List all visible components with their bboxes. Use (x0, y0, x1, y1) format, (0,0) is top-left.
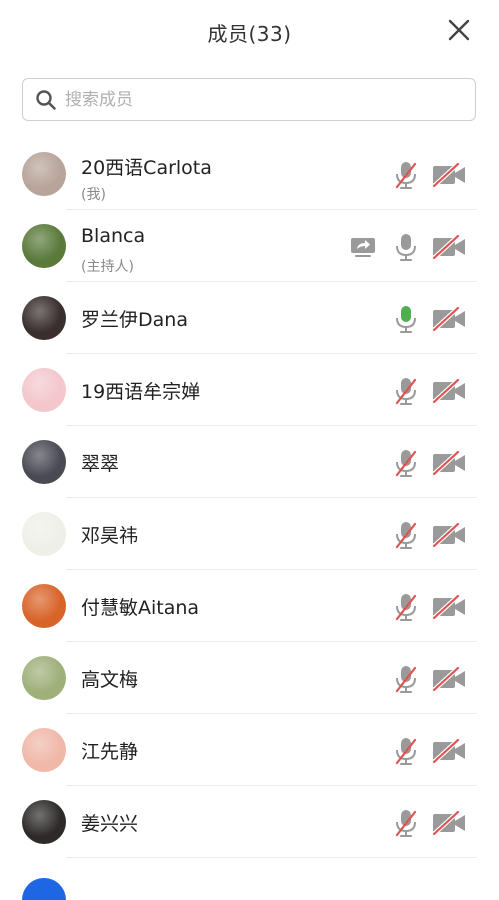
member-row[interactable]: Blanca (主持人) (0, 210, 499, 282)
screen-share-icon[interactable] (350, 237, 376, 257)
member-row[interactable]: 翠翠 (0, 426, 499, 498)
camera-off-icon[interactable] (432, 522, 466, 548)
member-row[interactable]: 罗兰伊Dana (0, 282, 499, 354)
camera-off-icon[interactable] (432, 234, 466, 260)
search-icon (35, 89, 57, 111)
camera-off-icon[interactable] (432, 666, 466, 692)
avatar (22, 152, 66, 196)
member-row[interactable]: 江先静 (0, 714, 499, 786)
member-row[interactable]: 邓昊祎 (0, 498, 499, 570)
member-name: 江先静 (81, 741, 139, 763)
mic-muted-icon[interactable] (394, 736, 418, 766)
mic-muted-icon[interactable] (394, 664, 418, 694)
camera-off-icon[interactable] (432, 810, 466, 836)
member-name: 付慧敏Aitana (81, 597, 200, 619)
close-icon[interactable] (447, 18, 471, 42)
member-row[interactable]: 高文梅 (0, 642, 499, 714)
avatar (22, 800, 66, 844)
member-row[interactable]: 付慧敏Aitana (0, 570, 499, 642)
avatar (22, 440, 66, 484)
member-row[interactable]: 20西语Carlota (我) (0, 138, 499, 210)
member-role: (主持人) (81, 259, 134, 275)
avatar (22, 728, 66, 772)
camera-off-icon[interactable] (432, 378, 466, 404)
camera-off-icon[interactable] (432, 738, 466, 764)
member-name: 19西语牟宗婵 (81, 381, 201, 403)
member-row[interactable]: 19西语牟宗婵 (0, 354, 499, 426)
mic-muted-icon[interactable] (394, 376, 418, 406)
member-name: 邓昊祎 (81, 525, 139, 547)
mic-muted-icon[interactable] (394, 448, 418, 478)
member-name: Blanca (81, 225, 146, 247)
mic-muted-icon[interactable] (394, 592, 418, 622)
header: 成员(33) (0, 0, 499, 62)
mic-icon[interactable] (394, 304, 418, 334)
camera-off-icon[interactable] (432, 594, 466, 620)
page-title: 成员(33) (207, 22, 292, 46)
search-input[interactable] (65, 79, 465, 120)
mic-muted-icon[interactable] (394, 520, 418, 550)
avatar (22, 296, 66, 340)
avatar (22, 584, 66, 628)
avatar (22, 656, 66, 700)
member-role: (我) (81, 187, 106, 203)
member-name: 姜兴兴 (81, 813, 139, 835)
camera-off-icon[interactable] (432, 162, 466, 188)
member-row[interactable]: 姜兴兴 (0, 786, 499, 858)
mic-icon[interactable] (394, 232, 418, 262)
member-list: 20西语Carlota (我) Blanca (主持人) 罗兰伊Dana 19西语牟宗婵翠… (0, 138, 499, 858)
member-name: 罗兰伊Dana (81, 309, 188, 331)
member-name: 20西语Carlota (81, 157, 212, 179)
member-name: 翠翠 (81, 453, 120, 475)
search-box[interactable] (22, 78, 476, 121)
camera-off-icon[interactable] (432, 450, 466, 476)
member-name: 高文梅 (81, 669, 139, 691)
avatar-partial (22, 878, 66, 900)
avatar (22, 368, 66, 412)
avatar (22, 512, 66, 556)
avatar (22, 224, 66, 268)
camera-off-icon[interactable] (432, 306, 466, 332)
mic-muted-icon[interactable] (394, 160, 418, 190)
mic-muted-icon[interactable] (394, 808, 418, 838)
